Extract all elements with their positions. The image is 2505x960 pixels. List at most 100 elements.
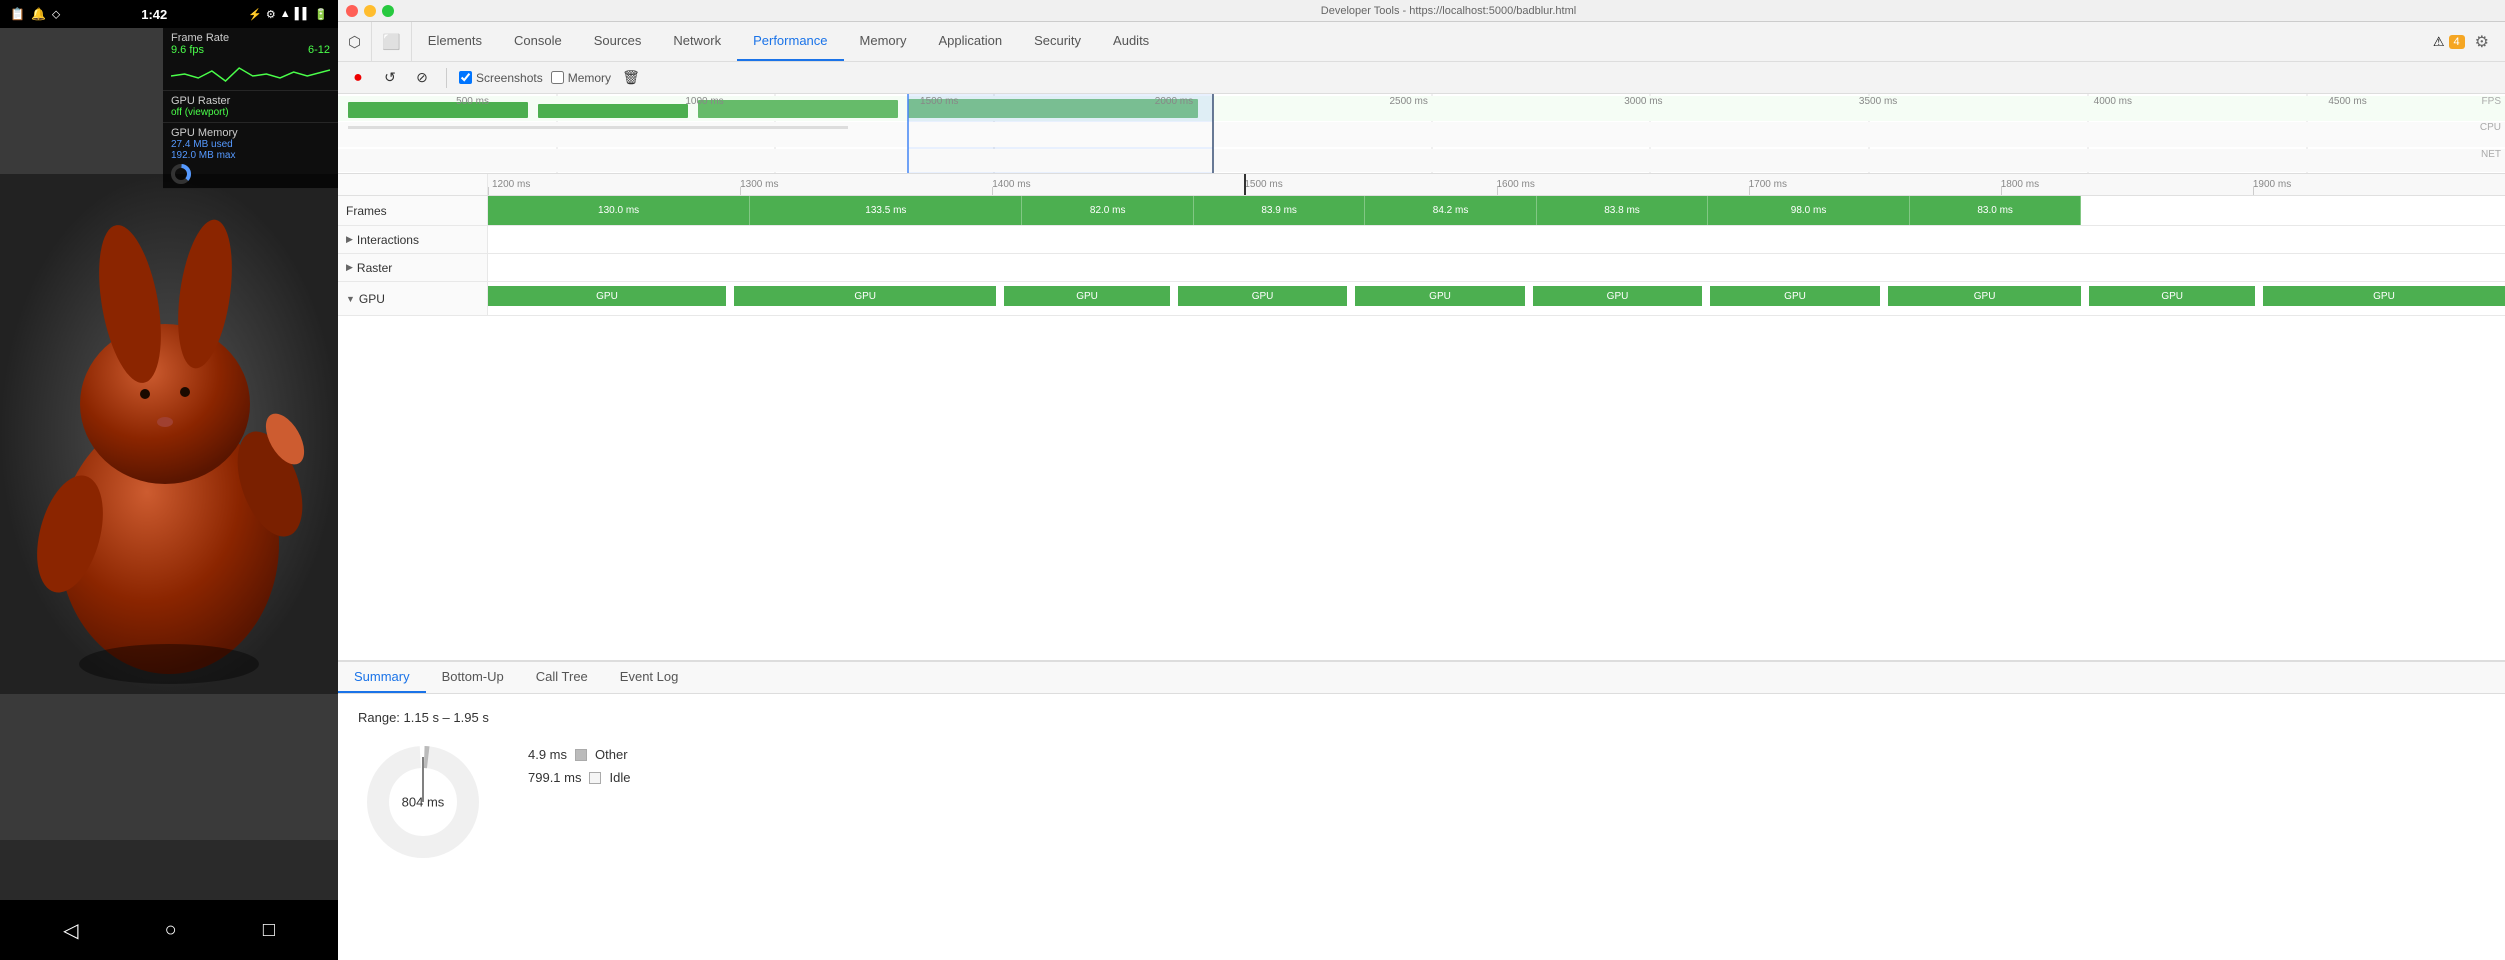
statusbar-left-icons: 📋 🔔 ⬦	[10, 7, 60, 22]
reload-button[interactable]: ↺	[378, 66, 402, 90]
donut-center-label: 804 ms	[402, 795, 445, 810]
performance-toolbar: ● ↺ ⊘ Screenshots Memory 🗑	[338, 62, 2505, 94]
tab-sources[interactable]: Sources	[578, 22, 658, 61]
recent-button[interactable]: □	[263, 919, 275, 942]
other-value: 4.9 ms	[528, 747, 567, 762]
memory-checkbox-group[interactable]: Memory	[551, 71, 611, 85]
gpu-memory-max: 192.0 MB max	[171, 150, 330, 161]
tab-call-tree[interactable]: Call Tree	[520, 662, 604, 693]
other-label: Other	[595, 747, 628, 762]
frame-block-6: 83.8 ms	[1537, 196, 1708, 225]
tab-summary[interactable]: Summary	[338, 662, 426, 693]
memory-checkbox[interactable]	[551, 71, 564, 84]
devtools-title: Developer Tools - https://localhost:5000…	[400, 5, 2497, 17]
tab-bottom-up[interactable]: Bottom-Up	[426, 662, 520, 693]
tab-performance[interactable]: Performance	[737, 22, 843, 61]
tab-event-log[interactable]: Event Log	[604, 662, 695, 693]
gpu-block-8: GPU	[1888, 286, 2082, 306]
devtools-panel: Developer Tools - https://localhost:5000…	[338, 0, 2505, 960]
tab-elements[interactable]: Elements	[412, 22, 498, 61]
screenshots-label: Screenshots	[476, 71, 543, 85]
raster-label-text: Raster	[357, 261, 392, 275]
devtools-titlebar: Developer Tools - https://localhost:5000…	[338, 0, 2505, 22]
tick-1600ms: 1600 ms	[1497, 179, 1535, 190]
gpu-block-10: GPU	[2263, 286, 2505, 306]
timeline-overview[interactable]: 500 ms 1000 ms 1500 ms 2000 ms 2500 ms 3…	[338, 94, 2505, 174]
legend-items: 4.9 ms Other 799.1 ms Idle	[528, 737, 630, 785]
fps-label: FPS	[2482, 96, 2501, 107]
statusbar-time: 1:42	[141, 7, 167, 22]
frame-rate-label: Frame Rate	[171, 32, 330, 44]
interactions-label-text: Interactions	[357, 233, 419, 247]
gpu-raster-label: GPU Raster	[171, 95, 330, 107]
tick-1200ms: 1200 ms	[488, 179, 530, 190]
clear-button[interactable]: ⊘	[410, 66, 434, 90]
gpu-arrow[interactable]: ▼	[346, 294, 355, 304]
tab-memory[interactable]: Memory	[844, 22, 923, 61]
android-icon: ⬦	[52, 7, 60, 22]
gpu-content: GPU GPU GPU GPU GPU GPU GPU GPU GPU GPU	[488, 282, 2505, 315]
frame-block-2: 133.5 ms	[750, 196, 1022, 225]
notification-icon-2: 🔔	[31, 7, 46, 21]
raster-label: ▶ Raster	[338, 254, 488, 281]
memory-label: Memory	[568, 71, 611, 85]
gpu-memory-used: 27.4 MB used	[171, 139, 330, 150]
screenshots-checkbox[interactable]	[459, 71, 472, 84]
gpu-memory-row: GPU Memory 27.4 MB used 192.0 MB max	[163, 123, 338, 189]
android-statusbar: 📋 🔔 ⬦ 1:42 ⚡ ⚙ ▲ ▌▌ 🔋	[0, 0, 338, 28]
tab-network[interactable]: Network	[657, 22, 737, 61]
cursor-icon-button[interactable]: ⬡	[338, 22, 372, 61]
tick-1700ms: 1700 ms	[1749, 179, 1787, 190]
tick-1500ms: 1500 ms	[1244, 179, 1282, 190]
gpu-raster-value: off (viewport)	[171, 107, 330, 118]
bottom-content: Range: 1.15 s – 1.95 s 804 ms	[338, 694, 2505, 960]
timeline-overview-svg	[338, 94, 2505, 174]
frame-rate-chart	[171, 56, 330, 86]
overlay-panel: Frame Rate 9.6 fps 6-12 GPU Raster off (…	[163, 28, 338, 189]
frame-block-5: 84.2 ms	[1365, 196, 1536, 225]
timeline-main: 1200 ms 1300 ms 1400 ms 1500 ms 1600 ms …	[338, 174, 2505, 660]
tab-security[interactable]: Security	[1018, 22, 1097, 61]
screenshots-checkbox-group[interactable]: Screenshots	[459, 71, 543, 85]
menu-tab-right: ⚠ 4 ⚙	[2423, 22, 2505, 61]
gpu-block-2: GPU	[734, 286, 996, 306]
raster-arrow[interactable]: ▶	[346, 262, 353, 273]
legend-other: 4.9 ms Other	[528, 747, 630, 762]
record-button[interactable]: ●	[346, 66, 370, 90]
settings-button[interactable]: ⚙	[2469, 32, 2495, 52]
time-ruler: 1200 ms 1300 ms 1400 ms 1500 ms 1600 ms …	[338, 174, 2505, 196]
trash-button[interactable]: 🗑	[619, 66, 643, 90]
frame-block-1: 130.0 ms	[488, 196, 750, 225]
frames-label-text: Frames	[346, 204, 387, 218]
gpu-block-1: GPU	[488, 286, 726, 306]
responsive-icon-button[interactable]: ⬜	[372, 22, 412, 61]
empty-space	[338, 316, 2505, 660]
legend-idle: 799.1 ms Idle	[528, 770, 630, 785]
alarm-icon: ⚙	[266, 8, 276, 21]
gpu-label: ▼ GPU	[338, 282, 488, 315]
back-button[interactable]: ◁	[63, 918, 78, 943]
maximize-button[interactable]	[382, 5, 394, 17]
tab-audits[interactable]: Audits	[1097, 22, 1165, 61]
gpu-block-5: GPU	[1355, 286, 1524, 306]
frame-rate-value: 9.6 fps	[171, 44, 204, 56]
tick-1800ms: 1800 ms	[2001, 179, 2039, 190]
tab-console[interactable]: Console	[498, 22, 578, 61]
tab-application[interactable]: Application	[922, 22, 1018, 61]
wifi-icon: ▲	[280, 8, 291, 20]
gpu-block-9: GPU	[2089, 286, 2254, 306]
frames-content: 130.0 ms 133.5 ms 82.0 ms 83.9 ms 84.2 m…	[488, 196, 2505, 225]
battery-icon: 🔋	[314, 8, 328, 21]
home-button[interactable]: ○	[165, 919, 177, 942]
interactions-row: ▶ Interactions	[338, 226, 2505, 254]
bottom-panel: Summary Bottom-Up Call Tree Event Log Ra…	[338, 660, 2505, 960]
tick-1400ms: 1400 ms	[992, 179, 1030, 190]
interactions-arrow[interactable]: ▶	[346, 234, 353, 245]
gpu-block-7: GPU	[1710, 286, 1879, 306]
range-label: Range: 1.15 s – 1.95 s	[358, 710, 2485, 725]
bottom-tabs: Summary Bottom-Up Call Tree Event Log	[338, 662, 2505, 694]
frame-rate-range: 6-12	[308, 44, 330, 56]
minimize-button[interactable]	[364, 5, 376, 17]
close-button[interactable]	[346, 5, 358, 17]
android-navbar: ◁ ○ □	[0, 900, 338, 960]
